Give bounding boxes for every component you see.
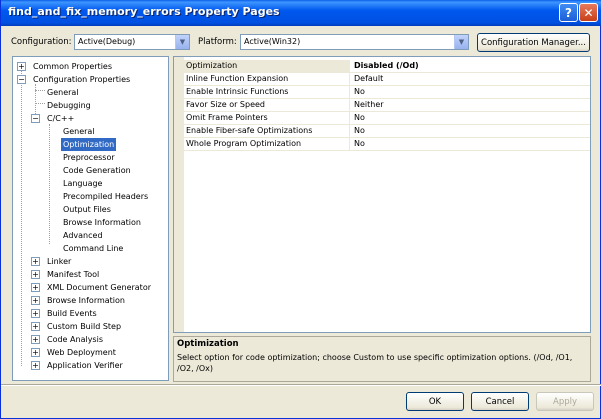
platform-value: Active(Win32) — [244, 37, 301, 46]
property-value[interactable]: No — [354, 112, 365, 125]
grid-row-whole-program-optimization[interactable]: Whole Program Optimization No — [174, 138, 590, 151]
property-pages-window: find_and_fix_memory_errors Property Page… — [0, 0, 601, 419]
property-name: Optimization — [174, 60, 350, 73]
platform-dropdown[interactable]: Active(Win32) ▼ — [240, 34, 469, 50]
platform-label: Platform: — [198, 37, 237, 47]
expand-icon[interactable]: + — [31, 348, 40, 357]
configuration-label: Configuration: — [11, 37, 72, 47]
title-bar[interactable]: find_and_fix_memory_errors Property Page… — [1, 0, 601, 26]
property-value[interactable]: Default — [354, 73, 383, 86]
property-name: Omit Frame Pointers — [174, 112, 350, 125]
expand-icon[interactable]: + — [31, 257, 40, 266]
expand-icon[interactable]: + — [31, 296, 40, 305]
property-value[interactable]: No — [354, 125, 365, 138]
expand-icon[interactable]: + — [31, 270, 40, 279]
property-name: Enable Fiber-safe Optimizations — [174, 125, 350, 138]
description-title: Optimization — [177, 339, 239, 349]
grid-row-enable-fiber-safe-optimizations[interactable]: Enable Fiber-safe Optimizations No — [174, 125, 590, 138]
apply-button[interactable]: Apply — [536, 392, 594, 411]
chevron-down-icon[interactable]: ▼ — [454, 35, 468, 49]
close-icon[interactable]: ✕ — [579, 3, 598, 22]
grid-row-optimization[interactable]: Optimization Disabled (/Od) — [174, 60, 590, 73]
property-grid[interactable]: Optimization Disabled (/Od) Inline Funct… — [173, 56, 591, 333]
description-text: Select option for code optimization; cho… — [177, 353, 573, 373]
tree-connector — [35, 90, 45, 91]
expand-icon[interactable]: + — [31, 322, 40, 331]
property-value[interactable]: Neither — [354, 99, 384, 112]
property-name: Favor Size or Speed — [174, 99, 350, 112]
property-tree[interactable]: + Common Properties − Configuration Prop… — [12, 56, 169, 381]
tree-connector — [21, 70, 22, 366]
expand-icon[interactable]: + — [17, 62, 26, 71]
grid-row-enable-intrinsic-functions[interactable]: Enable Intrinsic Functions No — [174, 86, 590, 99]
property-value[interactable]: No — [354, 138, 365, 151]
tree-connector — [49, 124, 50, 244]
expand-icon[interactable]: + — [31, 309, 40, 318]
cancel-button[interactable]: Cancel — [471, 392, 529, 411]
expand-icon[interactable]: + — [31, 283, 40, 292]
property-value[interactable]: No — [354, 86, 365, 99]
configuration-manager-button[interactable]: Configuration Manager... — [477, 33, 590, 52]
expand-icon[interactable]: + — [31, 335, 40, 344]
help-icon[interactable]: ? — [559, 3, 578, 22]
property-name: Enable Intrinsic Functions — [174, 86, 350, 99]
configuration-value: Active(Debug) — [78, 37, 136, 46]
collapse-icon[interactable]: − — [31, 114, 40, 123]
grid-row-favor-size-or-speed[interactable]: Favor Size or Speed Neither — [174, 99, 590, 112]
window-title: find_and_fix_memory_errors Property Page… — [8, 5, 280, 18]
expand-icon[interactable]: + — [31, 361, 40, 370]
description-pane: Optimization Select option for code opti… — [173, 336, 591, 382]
configuration-dropdown[interactable]: Active(Debug) ▼ — [74, 34, 190, 50]
tree-connector — [35, 103, 45, 104]
property-value[interactable]: Disabled (/Od) — [354, 60, 419, 73]
ok-button[interactable]: OK — [406, 392, 464, 411]
divider — [1, 384, 601, 386]
property-name: Inline Function Expansion — [174, 73, 350, 86]
collapse-icon[interactable]: − — [17, 75, 26, 84]
chevron-down-icon[interactable]: ▼ — [175, 35, 189, 49]
grid-row-omit-frame-pointers[interactable]: Omit Frame Pointers No — [174, 112, 590, 125]
property-name: Whole Program Optimization — [174, 138, 350, 151]
grid-row-inline-function-expansion[interactable]: Inline Function Expansion Default — [174, 73, 590, 86]
